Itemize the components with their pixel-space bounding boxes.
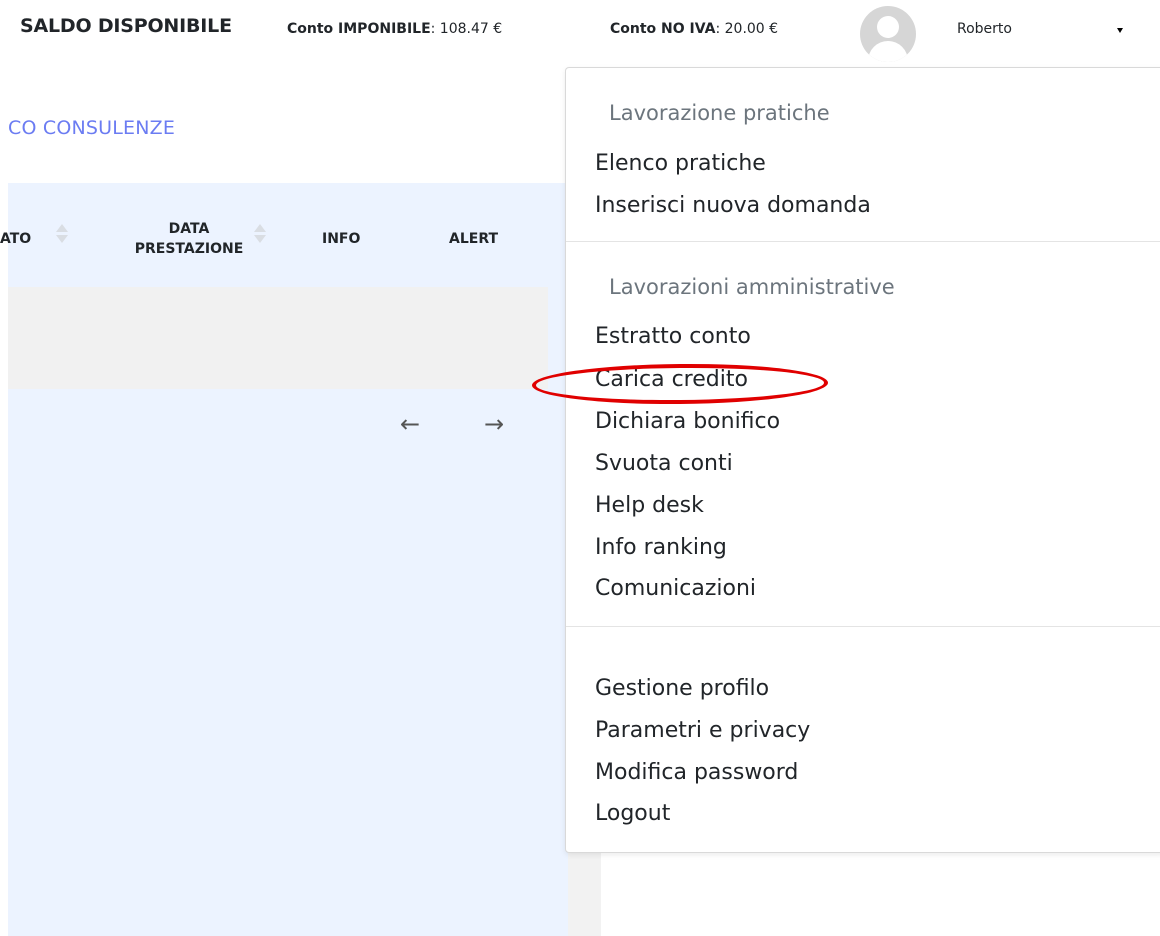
section-header-lavorazioni-amministrative: Lavorazioni amministrative xyxy=(609,275,895,299)
user-dropdown-menu: Lavorazione pratiche Elenco pratiche Ins… xyxy=(565,67,1160,853)
section-header-lavorazione-pratiche: Lavorazione pratiche xyxy=(609,101,830,125)
avatar-shoulders-icon xyxy=(868,41,908,62)
top-bar: SALDO DISPONIBILE Conto IMPONIBILE: 108.… xyxy=(0,0,1160,62)
conto-no-iva-label: Conto NO IVA xyxy=(610,21,716,37)
conto-no-iva: Conto NO IVA: 20.00 € xyxy=(610,21,778,37)
conto-no-iva-value: : 20.00 € xyxy=(715,21,779,37)
arrow-right-icon[interactable]: → xyxy=(484,410,504,438)
conto-imponibile-value: : 108.47 € xyxy=(430,21,503,37)
column-header-data-prestazione[interactable]: DATA PRESTAZIONE xyxy=(114,219,264,259)
menu-item-dichiara-bonifico[interactable]: Dichiara bonifico xyxy=(595,409,780,434)
menu-item-elenco-pratiche[interactable]: Elenco pratiche xyxy=(595,151,766,176)
column-header-info: INFO xyxy=(322,231,361,247)
page-title[interactable]: CO CONSULENZE xyxy=(8,117,175,139)
sort-icon[interactable] xyxy=(56,224,68,243)
menu-item-inserisci-nuova-domanda[interactable]: Inserisci nuova domanda xyxy=(595,193,871,218)
sort-icon[interactable] xyxy=(254,224,266,243)
column-header-line: PRESTAZIONE xyxy=(134,241,244,257)
menu-item-info-ranking[interactable]: Info ranking xyxy=(595,535,727,560)
caret-down-icon[interactable] xyxy=(1117,28,1123,33)
saldo-disponibile-label: SALDO DISPONIBILE xyxy=(20,15,232,37)
menu-item-modifica-password[interactable]: Modifica password xyxy=(595,760,798,785)
conto-imponibile-label: Conto IMPONIBILE xyxy=(287,21,431,37)
menu-item-logout[interactable]: Logout xyxy=(595,801,670,826)
table-row xyxy=(8,287,548,389)
menu-item-gestione-profilo[interactable]: Gestione profilo xyxy=(595,676,769,701)
user-menu-toggle[interactable]: Roberto xyxy=(957,21,1029,37)
avatar-head-icon xyxy=(877,16,899,38)
menu-item-help-desk[interactable]: Help desk xyxy=(595,493,704,518)
column-header-alert: ALERT xyxy=(449,231,499,247)
arrow-left-icon[interactable]: ← xyxy=(400,410,420,438)
menu-item-comunicazioni[interactable]: Comunicazioni xyxy=(595,576,756,601)
menu-item-parametri-privacy[interactable]: Parametri e privacy xyxy=(595,718,810,743)
avatar[interactable] xyxy=(860,6,916,62)
menu-item-svuota-conti[interactable]: Svuota conti xyxy=(595,451,733,476)
column-header-stato[interactable]: ATO xyxy=(0,229,31,249)
divider xyxy=(566,626,1160,627)
menu-item-estratto-conto[interactable]: Estratto conto xyxy=(595,324,751,349)
divider xyxy=(566,241,1160,242)
column-header-line: DATA xyxy=(168,221,210,237)
conto-imponibile: Conto IMPONIBILE: 108.47 € xyxy=(287,21,502,37)
